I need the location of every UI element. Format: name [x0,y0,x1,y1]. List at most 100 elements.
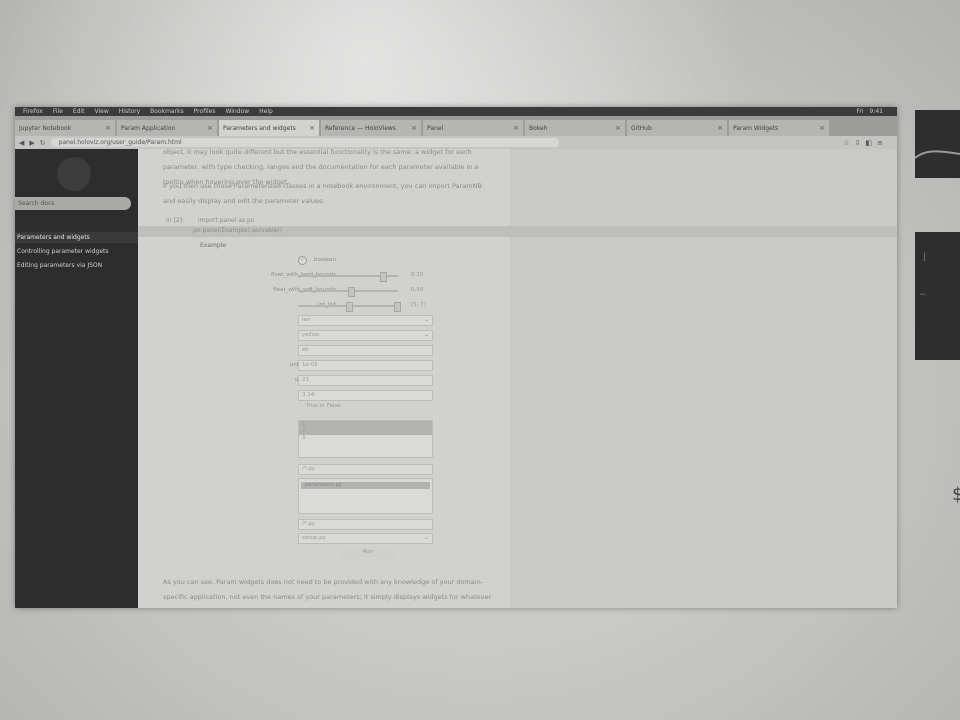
select-fn-dropdown[interactable]: len ⌄ [298,315,433,326]
close-icon[interactable]: × [513,124,519,132]
bookmark-icon[interactable]: ☆ [843,139,849,147]
select-value: yellow [302,332,320,338]
unbounded-float-input[interactable]: 1e-05 [298,360,433,371]
boolean-checkbox[interactable]: ✓ [298,256,307,265]
tab[interactable]: Jupyter Notebook × [15,120,115,136]
background-monitor-bottom: ǀ − [915,232,960,360]
tab-label: Param Widgets [733,124,779,132]
tab-label: Panel [427,124,444,132]
close-icon[interactable]: × [819,124,825,132]
list-option[interactable]: 3 [299,435,432,442]
checkbox-label[interactable]: True or False [306,403,341,409]
row-list: my_list 1 2 3 [198,420,438,458]
chevron-down-icon: ⌄ [423,331,429,338]
select-value: setup.py [302,535,326,541]
close-icon[interactable]: × [207,124,213,132]
slider-handle[interactable] [346,302,353,312]
float-soft-slider[interactable] [298,287,398,297]
chevron-down-icon: ⌄ [423,316,429,323]
tab[interactable]: Panel × [423,120,523,136]
row-float-soft: float_with_soft_bounds 0.50 [198,285,438,297]
sidebar-item-json[interactable]: Editing parameters via JSON [15,260,138,271]
row-multiple-files: multiple_files /*.py [198,464,438,476]
menu-item[interactable]: Window [225,108,249,115]
main-content: object, it may look quite different but … [138,148,897,608]
search-input[interactable]: Search docs [15,197,131,210]
select-value: len [302,317,311,323]
paragraph: If you then use those Parameterized clas… [163,182,482,205]
code-cell[interactable]: pn.panel(Example).servable() [138,226,897,237]
row-unbounded-int: unbounded_int 23 [198,375,438,387]
string-value-input[interactable]: str [298,345,433,356]
widget-panel-title: Example [200,242,227,249]
slider-handle[interactable] [380,272,387,282]
forward-icon[interactable]: ▶ [29,139,34,147]
int-list-range-slider[interactable] [298,302,401,312]
tab-label: Parameters and widgets [223,124,296,132]
right-empty-pane [510,149,897,608]
download-icon[interactable]: ⇩ [855,139,861,147]
doc-sidebar: Search docs Parameters and widgets Contr… [15,149,138,608]
menu-item[interactable]: Profiles [194,108,216,115]
menu-item[interactable]: View [95,108,109,115]
tab[interactable]: GitHub × [627,120,727,136]
tab[interactable]: Param Widgets × [729,120,829,136]
logo-icon [57,157,91,191]
tab[interactable]: Param Application × [117,120,217,136]
row-select-string: select_string yellow⌄ [198,330,438,342]
close-icon[interactable]: × [717,124,723,132]
tab-label: Jupyter Notebook [19,124,72,132]
menu-item[interactable]: File [53,108,63,115]
close-icon[interactable]: × [309,124,315,132]
slider-handle[interactable] [348,287,355,297]
dollar-glyph-icon: $ [952,484,960,505]
close-icon[interactable]: × [105,124,111,132]
code-line: import panel as pn [198,217,255,224]
menu-item[interactable]: Help [259,108,273,115]
slider-value: 0.50 [411,287,424,293]
select-string-dropdown[interactable]: yellow ⌄ [298,330,433,341]
paragraph: As you can see, Param widgets does not n… [163,578,492,601]
x-input[interactable]: 3.14 [298,390,433,401]
unbounded-int-input[interactable]: 23 [298,375,433,386]
list-option[interactable]: 1 [299,421,432,428]
reload-icon[interactable]: ↻ [40,139,46,147]
row-run: Run [198,547,438,559]
extension-icon[interactable]: ◧ [866,139,873,147]
run-button[interactable]: Run [340,547,396,558]
single-file-input[interactable]: /*.py [298,519,433,530]
row-int-list: int_list [5, 7] [198,300,438,312]
menu-item[interactable]: Firefox [23,108,43,115]
glyph-icon: ǀ [923,252,926,262]
menu-item[interactable]: Edit [73,108,85,115]
multiple-files-selector[interactable]: parameters.py [298,478,433,514]
cell-prompt: In [2]: [166,217,184,224]
close-icon[interactable]: × [411,124,417,132]
menu-date: Fri [856,108,864,115]
browser-screen: Firefox File Edit View History Bookmarks… [15,107,897,608]
tab-label: GitHub [631,124,652,132]
chevron-down-icon: ⌄ [423,534,429,541]
menu-item[interactable]: History [119,108,140,115]
float-hard-slider[interactable] [298,272,398,282]
toolbar-icons: ☆ ⇩ ◧ ≡ [843,139,893,147]
tab[interactable]: Reference — HoloViews × [321,120,421,136]
multi-select-listbox[interactable]: 1 2 3 [298,420,433,458]
tab-active[interactable]: Parameters and widgets × [219,120,319,136]
multiple-files-input[interactable]: /*.py [298,464,433,475]
list-option[interactable]: 2 [299,428,432,435]
tab[interactable]: Bokeh × [525,120,625,136]
back-icon[interactable]: ◀ [19,139,24,147]
param-widget-panel: boolean ✓ float_with_hard_bounds 8.20 fl… [198,254,438,558]
menu-icon[interactable]: ≡ [877,139,883,147]
close-icon[interactable]: × [615,124,621,132]
file-chip[interactable]: parameters.py [301,482,430,489]
row-multiple-files-box: parameters.py [198,478,438,514]
sidebar-item-controlling[interactable]: Controlling parameter widgets [15,246,138,257]
menu-item[interactable]: Bookmarks [150,108,184,115]
sidebar-item-parameters[interactable]: Parameters and widgets [15,232,138,243]
tab-label: Param Application [121,124,176,132]
wave-decoration [915,150,960,159]
single-file-dropdown[interactable]: setup.py ⌄ [298,533,433,544]
slider-handle[interactable] [394,302,401,312]
